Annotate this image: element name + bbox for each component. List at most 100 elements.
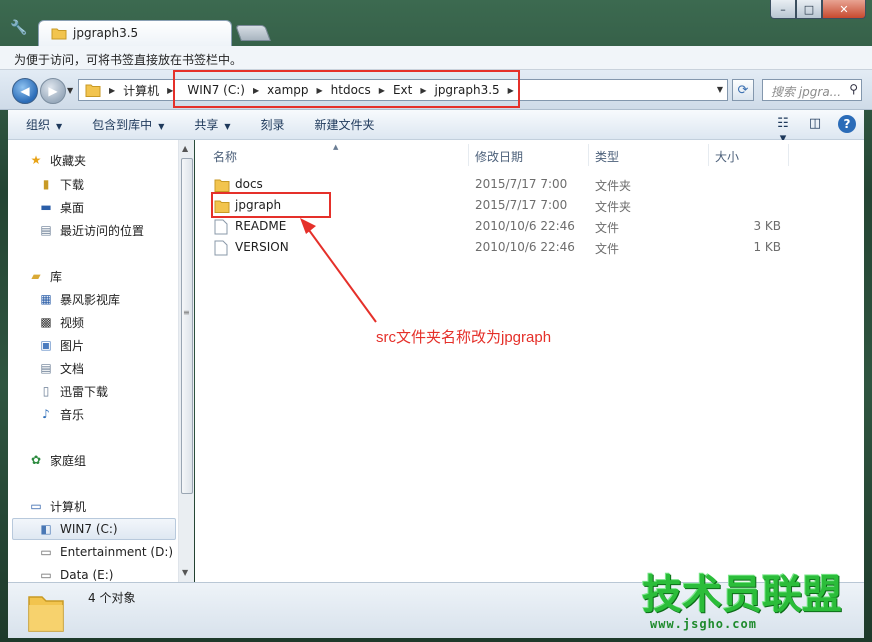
drive-icon: ▭ bbox=[40, 568, 52, 582]
breadcrumb-separator-icon[interactable]: ▶ bbox=[105, 80, 119, 100]
new-tab-button[interactable] bbox=[235, 25, 271, 41]
file-size: 1 KB bbox=[753, 240, 781, 254]
folder-icon bbox=[85, 84, 101, 97]
command-bar: 组织 ▼ 包含到库中 ▼ 共享 ▼ 刻录 新建文件夹 ☷ ▾ ◫ ? bbox=[8, 110, 864, 146]
arrow-right-icon: ▶ bbox=[48, 84, 58, 98]
sidebar-item-thunder[interactable]: ▯ 迅雷下载 bbox=[8, 381, 108, 401]
caption-buttons: – □ ✕ bbox=[770, 0, 866, 20]
sidebar-item-homegroup[interactable]: ✿ 家庭组 bbox=[8, 450, 86, 470]
file-size: 3 KB bbox=[753, 219, 781, 233]
scroll-down-icon[interactable]: ▼ bbox=[182, 568, 188, 577]
organize-button[interactable]: 组织 ▼ bbox=[8, 116, 74, 133]
download-folder-icon: ▮ bbox=[42, 177, 50, 191]
file-type: 文件夹 bbox=[595, 179, 632, 193]
file-date: 2015/7/17 7:00 bbox=[475, 177, 568, 191]
file-date: 2010/10/6 22:46 bbox=[475, 219, 575, 233]
scroll-up-icon[interactable]: ▲ bbox=[182, 144, 188, 153]
scrollbar-thumb[interactable] bbox=[181, 158, 193, 494]
column-size[interactable]: 大小 bbox=[709, 144, 789, 166]
share-button[interactable]: 共享 ▼ bbox=[176, 116, 242, 133]
sidebar-item-videos[interactable]: ▩ 视频 bbox=[8, 312, 84, 332]
watermark-url: www.jsgho.com bbox=[650, 617, 757, 631]
video-library-icon: ▦ bbox=[40, 292, 52, 306]
sidebar-item-desktop[interactable]: ▬ 桌面 bbox=[8, 197, 84, 217]
view-options-icon[interactable]: ☷ ▾ bbox=[774, 116, 792, 146]
new-folder-button[interactable]: 新建文件夹 bbox=[297, 116, 387, 133]
film-icon: ▩ bbox=[40, 315, 52, 329]
burn-button[interactable]: 刻录 bbox=[243, 116, 297, 133]
computer-icon: ▭ bbox=[30, 499, 42, 513]
sidebar-item-documents[interactable]: ▤ 文档 bbox=[8, 358, 84, 378]
close-button[interactable]: ✕ bbox=[822, 0, 866, 19]
sidebar-item-music[interactable]: ♪ 音乐 bbox=[8, 404, 84, 424]
file-type: 文件 bbox=[595, 221, 620, 235]
sidebar-scrollbar[interactable]: ▲ ≡ ▼ bbox=[178, 140, 194, 582]
desktop-icon: ▬ bbox=[40, 200, 52, 214]
include-library-button[interactable]: 包含到库中 ▼ bbox=[74, 116, 176, 133]
music-icon: ♪ bbox=[42, 407, 50, 421]
file-date: 2010/10/6 22:46 bbox=[475, 240, 575, 254]
search-icon[interactable]: ⚲ bbox=[849, 82, 858, 96]
file-row-version[interactable]: VERSION 2010/10/6 22:46 文件 1 KB bbox=[195, 237, 864, 258]
annotation-address-highlight bbox=[173, 70, 520, 108]
folder-icon bbox=[51, 28, 67, 40]
forward-button[interactable]: ▶ bbox=[40, 78, 66, 104]
tab-title: jpgraph3.5 bbox=[73, 26, 139, 40]
bookmark-bar: 为便于访问，可将书签直接放在书签栏中。 bbox=[0, 46, 872, 70]
annotation-item-highlight bbox=[211, 192, 331, 218]
item-count: 4 个对象 bbox=[88, 591, 136, 605]
annotation-text: src文件夹名称改为jpgraph bbox=[376, 329, 552, 346]
folder-icon bbox=[28, 596, 64, 632]
bookmark-hint: 为便于访问，可将书签直接放在书签栏中。 bbox=[14, 53, 243, 67]
column-name[interactable]: 名称 bbox=[207, 144, 469, 166]
recent-places-icon: ▤ bbox=[40, 223, 52, 237]
sidebar-item-drive-d[interactable]: ▭ Entertainment (D:) bbox=[8, 542, 173, 562]
history-dropdown-icon[interactable]: ▼ bbox=[67, 86, 73, 95]
sidebar-item-computer[interactable]: ▭ 计算机 bbox=[8, 496, 86, 516]
back-button[interactable]: ◀ bbox=[12, 78, 38, 104]
file-date: 2015/7/17 7:00 bbox=[475, 198, 568, 212]
file-type: 文件 bbox=[595, 242, 620, 256]
picture-icon: ▣ bbox=[40, 338, 52, 352]
file-row-readme[interactable]: README 2010/10/6 22:46 文件 3 KB bbox=[195, 216, 864, 237]
drive-icon: ▭ bbox=[40, 545, 52, 559]
homegroup-icon: ✿ bbox=[30, 453, 42, 467]
sidebar-item-favorites[interactable]: ★ 收藏夹 bbox=[8, 150, 86, 170]
navigation-pane: ★ 收藏夹 ▮ 下载 ▬ 桌面 ▤ 最近访问的位置 ▰ 库 ▦ 暴风影视库 ▩ 视频 ▣ 图片 … bbox=[8, 140, 178, 582]
search-input[interactable]: 搜索 jpgra... ⚲ bbox=[762, 79, 862, 101]
preview-pane-icon[interactable]: ◫ bbox=[806, 116, 824, 132]
sidebar-item-downloads[interactable]: ▮ 下载 bbox=[8, 174, 84, 194]
sidebar-item-drive-c[interactable]: ◧ WIN7 (C:) bbox=[12, 518, 176, 540]
breadcrumb-computer[interactable]: 计算机 ▶ bbox=[119, 80, 177, 100]
folder-icon bbox=[214, 179, 230, 192]
sidebar-item-libraries[interactable]: ▰ 库 bbox=[8, 266, 62, 286]
maximize-button[interactable]: □ bbox=[796, 0, 822, 19]
file-icon bbox=[214, 240, 228, 256]
star-icon: ★ bbox=[30, 153, 42, 167]
sidebar-item-storm[interactable]: ▦ 暴风影视库 bbox=[8, 289, 120, 309]
file-name: docs bbox=[235, 177, 263, 191]
sidebar-item-pictures[interactable]: ▣ 图片 bbox=[8, 335, 84, 355]
column-date[interactable]: 修改日期 bbox=[469, 144, 589, 166]
arrow-left-icon: ◀ bbox=[20, 84, 30, 98]
file-icon bbox=[214, 219, 228, 235]
tab-jpgraph[interactable]: jpgraph3.5 bbox=[38, 20, 232, 46]
address-dropdown-icon[interactable]: ▼ bbox=[717, 85, 723, 94]
wrench-icon[interactable]: 🔧 bbox=[10, 20, 28, 38]
sidebar-item-recent[interactable]: ▤ 最近访问的位置 bbox=[8, 220, 144, 240]
watermark-logo: 技术员联盟 www.jsgho.com bbox=[642, 573, 842, 639]
refresh-button[interactable]: ⟳ bbox=[732, 79, 754, 101]
refresh-icon: ⟳ bbox=[737, 82, 749, 98]
file-name: VERSION bbox=[235, 240, 289, 254]
minimize-button[interactable]: – bbox=[770, 0, 796, 19]
column-type[interactable]: 类型 bbox=[589, 144, 709, 166]
system-drive-icon: ◧ bbox=[40, 522, 52, 536]
chevron-down-icon: ▼ bbox=[56, 122, 63, 131]
help-icon[interactable]: ? bbox=[838, 115, 856, 133]
view-controls: ☷ ▾ ◫ ? bbox=[774, 115, 856, 146]
document-icon: ▤ bbox=[40, 361, 52, 375]
file-name: README bbox=[235, 219, 287, 233]
sidebar-item-drive-e[interactable]: ▭ Data (E:) bbox=[8, 565, 113, 582]
scroll-grip-icon: ≡ bbox=[183, 308, 190, 317]
column-header-row: ▲ 名称 修改日期 类型 大小 bbox=[195, 143, 864, 166]
